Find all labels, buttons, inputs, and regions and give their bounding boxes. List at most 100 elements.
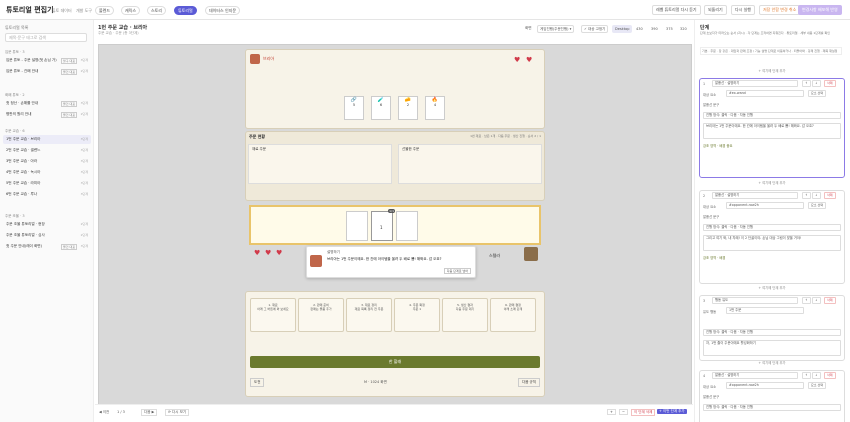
chip-story[interactable]: 스토리 (147, 6, 167, 15)
add-step-link[interactable]: + 여기에 단계 추가 (699, 68, 845, 73)
sidebar-item[interactable]: 5번 주문 교습 · 라미아 3단계 (3, 179, 91, 188)
prev-button[interactable]: ◀ 이전 (99, 410, 109, 415)
sidebar-item[interactable]: 4번 주문 교습 · 녹시아 3단계 (3, 168, 91, 177)
heart-icon: ♥ (265, 249, 272, 257)
add-step-link[interactable]: + 여기에 단계 추가 (699, 285, 845, 290)
slot[interactable] (346, 211, 368, 241)
action-card[interactable]: 4. 주문 확정 주문 1 (394, 298, 440, 332)
step-card[interactable]: 4 말풍선 · 설명하기 ↑ ↓ 삭제 대상 요소 #opponent-row2h 요소 선택… (699, 370, 845, 422)
target-lock-toggle[interactable]: ✓ 대상 고정기 (581, 25, 609, 33)
search-input[interactable]: 제목·문구 태그로 검색 (5, 33, 87, 42)
add-small-button[interactable]: + (607, 409, 616, 415)
target-label: 대상 요소 (703, 93, 717, 97)
sidebar-item[interactable]: 1번 주문 교습 · 브리아 3단계 (3, 135, 91, 144)
move-down-button[interactable]: ↓ (812, 297, 821, 304)
step-card[interactable]: 3 행동 유도 ↑ ↓ 삭제 유도 행동 1번 주문 진행 방식: 클릭 · 다음 · 자동 … (699, 295, 845, 361)
target-input[interactable]: #ex-wand (726, 90, 804, 97)
delete-step-icon[interactable]: 삭제 (824, 192, 836, 199)
step-type-select[interactable]: 행동 유도 (712, 297, 798, 304)
main-action-button[interactable]: 한 할래 (250, 356, 540, 368)
viewport-390[interactable]: 390 (648, 25, 661, 33)
delete-step-button[interactable]: 이 단계 삭제 (631, 409, 656, 416)
restart-tutorial-button[interactable]: 레벨 튜토리얼 다시 듣기 (652, 5, 701, 15)
step-type-select[interactable]: 말풍선 · 설명하기 (712, 372, 798, 379)
sidebar-item[interactable]: 2번 주문 교습 · 셀렌느 3단계 (3, 146, 91, 155)
delete-step-icon[interactable]: 삭제 (824, 297, 836, 304)
remove-small-button[interactable]: − (619, 409, 628, 415)
move-down-button[interactable]: ↓ (812, 192, 821, 199)
sidebar-item[interactable]: 3번 주문 교습 · 아라 3단계 (3, 157, 91, 166)
publish-button[interactable]: 변경사항 배포해 반영 (798, 5, 842, 15)
sidebar-item[interactable]: 입문 튜토 - 관폐 안내 물건 대표 2단계 (3, 67, 91, 76)
mode-select[interactable]: 게임진행(주문진행) ▾ (537, 25, 575, 33)
next-rule-button[interactable]: 다음 규칙 (518, 378, 540, 387)
action-card[interactable]: 1. 재료 아래 그 버튼에 와 보세요 (250, 298, 296, 332)
ingredient-slot[interactable]: 🧪 6 (371, 96, 391, 120)
bubble-text-area[interactable]: 그리고 여기 봐, 내 차례! 이 2 단골이야. 손님 대상 그림이 맞을 거… (703, 235, 841, 251)
next-button[interactable]: 다음 ▶ (141, 409, 158, 416)
ingredient-slot[interactable]: 🔥 4 (425, 96, 445, 120)
action-card[interactable]: 6. 판매 결정 아래 소매 단계 (490, 298, 536, 332)
action-card[interactable]: 2. 판매 준비 판매는 물품 추가 (298, 298, 344, 332)
step-type-select[interactable]: 말풍선 · 설명하기 (712, 192, 798, 199)
add-step-button[interactable]: + 이번 단계 추가 (657, 409, 687, 414)
ingredient-slot[interactable]: 🔗 5 (344, 96, 364, 120)
step-card[interactable]: 1 말풍선 · 설명하기 ↑ ↓ 삭제 대상 요소 #ex-wand 요소 선택 말풍선 문구 진… (699, 78, 845, 178)
slot[interactable] (396, 211, 418, 241)
progress-mode-input[interactable]: 진행 방식: 클릭 · 다음 · 자동 진행 (703, 224, 841, 231)
action-card[interactable]: 5. 생산 결과 다음 주문 대기 (442, 298, 488, 332)
chip-tutorial[interactable]: 튜토리얼 (174, 6, 197, 15)
move-down-button[interactable]: ↓ (812, 372, 821, 379)
step-type-select[interactable]: 말풍선 · 설명하기 (712, 80, 798, 87)
slot-active[interactable]: 1/1 1 (371, 209, 395, 241)
sidebar-item[interactable]: 주문 조율 튜토리얼 · 현장 2단계 (3, 220, 91, 229)
step-card[interactable]: 2 말풍선 · 설명하기 ↑ ↓ 삭제 대상 요소 #opponent-row2h 요소 선택… (699, 190, 845, 284)
sidebar-item[interactable]: 6번 주문 교습 · 루나 3단계 (3, 190, 91, 199)
chip-data[interactable]: 데이터스 인지문 (205, 6, 241, 15)
move-up-button[interactable]: ↑ (802, 297, 811, 304)
discard-button[interactable]: 저장 안함 변경 취소 (759, 5, 801, 15)
target-input[interactable]: #opponent-row2h (726, 382, 804, 389)
target-input[interactable]: 1번 주문 (726, 307, 804, 314)
viewport-desktop[interactable]: Desktop (612, 25, 633, 33)
progress-mode-input[interactable]: 진행 방식: 클릭 · 다음 · 자동 진행 (703, 329, 841, 336)
move-down-button[interactable]: ↓ (812, 80, 821, 87)
pick-element-button[interactable]: 요소 선택 (808, 90, 826, 97)
subtab-data[interactable]: 튜토 데이터 (52, 8, 72, 14)
viewport-320[interactable]: 320 (677, 25, 690, 33)
move-up-button[interactable]: ↑ (802, 192, 811, 199)
ingredient-slot[interactable]: 🧀 2 (398, 96, 418, 120)
pick-element-button[interactable]: 요소 선택 (808, 202, 826, 209)
redo-button[interactable]: 다시 실행 (731, 5, 755, 15)
bubble-text-area[interactable]: 자, 1번 줄이 주문이에요 활성화하기 (703, 340, 841, 356)
chip-chars[interactable]: 캐릭스 (121, 6, 141, 15)
sidebar-item[interactable]: 평판의 원리 안내 물건 대표 2단계 (3, 110, 91, 119)
pick-element-button[interactable]: 요소 선택 (808, 382, 826, 389)
viewport-375[interactable]: 375 (663, 25, 676, 33)
action-card[interactable]: 3. 재료 정리 재료 목록 정리 전 주문 (346, 298, 392, 332)
sidebar-item[interactable]: 입문 튜토 - 주문 설명(첫 손님 가) 불구 대표 3단계 (3, 56, 91, 65)
target-input[interactable]: #opponent-row2h (726, 202, 804, 209)
highlight-flag[interactable]: 강조 영역 · 배경 (703, 255, 725, 260)
undo-button[interactable]: 되돌리기 (704, 5, 727, 15)
challenge-button[interactable]: 도전 (250, 378, 265, 387)
progress-mode-input[interactable]: 진행 방식: 클릭 · 다음 · 자동 진행 (703, 112, 841, 119)
progress-mode-input[interactable]: 진행 방식: 클릭 · 다음 · 자동 진행 (703, 404, 841, 411)
chip-blend[interactable]: 볼렌드 (95, 6, 115, 15)
delete-step-icon[interactable]: 삭제 (824, 80, 836, 87)
dialog-next-button[interactable]: 다음 단계로 넘어 (443, 268, 471, 274)
sidebar-item[interactable]: 첫 주문 안내(레이 화면) 물건 대표 3단계 (3, 242, 91, 251)
add-step-link[interactable]: + 여기에 단계 추가 (699, 360, 845, 365)
sidebar-item[interactable]: 주문 조율 튜토리얼 · 심사 2단계 (3, 231, 91, 240)
sidebar-item[interactable]: 첫 정산 · 손해를 안내 물건 대표 3단계 (3, 99, 91, 108)
move-up-button[interactable]: ↑ (802, 80, 811, 87)
subtab-devtools[interactable]: 개발 도구 (76, 8, 92, 14)
replay-button[interactable]: ⟳ 다시 보기 (165, 409, 190, 416)
viewport-430[interactable]: 430 (633, 25, 646, 33)
move-up-button[interactable]: ↑ (802, 372, 811, 379)
steps-title: 단계 (700, 25, 710, 31)
bubble-text-area[interactable]: 브리아는 1번 주문이에요. 한 칸에 아이템을 올려 두 배로 뽑! 해봐요.… (703, 123, 841, 139)
highlight-flag[interactable]: 강조 영역 · 배경 중요 (703, 143, 733, 148)
add-step-link[interactable]: + 여기에 단계 추가 (699, 180, 845, 185)
delete-step-icon[interactable]: 삭제 (824, 372, 836, 379)
